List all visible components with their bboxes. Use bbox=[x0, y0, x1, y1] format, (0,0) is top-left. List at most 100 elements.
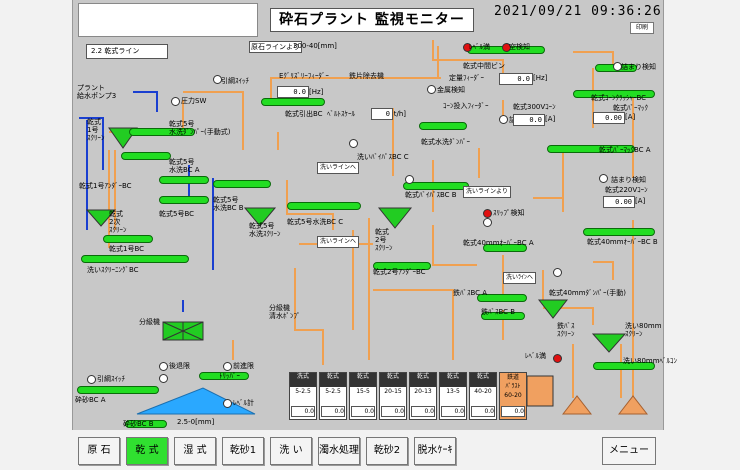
level-full-lamp-2 bbox=[553, 354, 562, 363]
wash-screening-belt[interactable] bbox=[81, 255, 189, 263]
silo-value: 0.0 bbox=[291, 406, 315, 417]
silo-name: 乾式 bbox=[470, 373, 496, 387]
silo-name: 洗式 bbox=[290, 373, 316, 387]
belt-scale-label: ﾍﾞﾙﾄｽｹｰﾙ bbox=[327, 110, 355, 118]
nav-muddy-water[interactable]: 濁水処理 bbox=[318, 437, 360, 465]
limit-lamp-2 bbox=[159, 374, 168, 383]
feeder-hz-unit: [Hz] bbox=[309, 88, 324, 96]
dry-bypass-bc-b-label: 乾式ﾊﾞｲﾊﾟｽBC B bbox=[405, 191, 457, 199]
level-full-label: ﾚﾍﾞﾙ満 bbox=[469, 43, 490, 51]
rear-limit-lamp bbox=[159, 362, 168, 371]
silo-name: 鉄道 ﾊﾞﾗｽﾄ 60-20 bbox=[500, 373, 526, 401]
silo-value: 0.0 bbox=[321, 406, 345, 417]
wash-bypass-c-belt[interactable] bbox=[419, 122, 467, 130]
clog-detect-lamp-3 bbox=[599, 174, 608, 183]
silo-6[interactable]: 乾式 13-5 0.0 bbox=[439, 372, 467, 420]
sand-range-label: 2.5-0[mm] bbox=[177, 418, 215, 426]
clog-detect-label-3: 詰まり検知 bbox=[611, 176, 646, 184]
level-full-label-2: ﾚﾍﾞﾙ満 bbox=[525, 352, 546, 360]
fixed-feeder-value: 0.0 bbox=[499, 73, 533, 85]
metal-detect-label: 金属検知 bbox=[437, 86, 465, 94]
dry-5-wash-bc-c-label: 乾式5号水洗BC C bbox=[287, 218, 344, 226]
front-limit-label: 前進限 bbox=[233, 362, 254, 370]
dry-5-bc-belt[interactable] bbox=[159, 176, 209, 184]
dry-sand-bc-a-belt[interactable] bbox=[77, 386, 159, 394]
silo-4[interactable]: 乾式 20-15 0.0 bbox=[379, 372, 407, 420]
from-wash-line-tag: 洗いラインより bbox=[463, 186, 511, 198]
nav-dry-sand-2[interactable]: 乾砂2 bbox=[366, 437, 408, 465]
slip-detect-label: ｽﾘｯﾌﾟ検知 bbox=[493, 209, 525, 217]
clog-detect-label-2: 詰まり検知 bbox=[621, 63, 656, 71]
belt-scale-unit: [t/h] bbox=[391, 110, 407, 118]
front-limit-lamp bbox=[223, 362, 232, 371]
dry-5-wash-screen-label: 乾式5号 水洗ｽｸﾘｰﾝ bbox=[249, 222, 281, 238]
wash-screening-bc-label: 洗いｽｸﾘｰﾆﾝｸﾞBC bbox=[87, 266, 139, 274]
dry-1-bc-label: 乾式1号BC bbox=[109, 245, 145, 253]
damper-40mm-label: 乾式40mmﾀﾞﾝﾊﾟｰ(手動) bbox=[549, 289, 627, 297]
nav-dry-sand-1[interactable]: 乾砂1 bbox=[222, 437, 264, 465]
dry-2-screen-label: 乾式 2次 ｽｸﾘｰﾝ bbox=[109, 210, 127, 234]
wash-line-tag-2: 洗いラインへ bbox=[317, 236, 360, 248]
silo-name: 乾式 bbox=[440, 373, 466, 387]
dry-5-bc-label: 乾式5号BC bbox=[159, 210, 195, 218]
line-name-label: 2.2 乾式ライン bbox=[86, 44, 168, 59]
pull-lamp-c bbox=[349, 139, 358, 148]
silo-range: 15-5 bbox=[356, 388, 370, 395]
dry-1-under-bc-belt[interactable] bbox=[121, 152, 171, 160]
nav-dewater-cake[interactable]: 脱水ｹｰｷ bbox=[414, 437, 456, 465]
cone-feeder-label: ｺｰﾝ投入ﾌｨｰﾀﾞｰ bbox=[443, 102, 489, 110]
silo-5[interactable]: 乾式 20-13 0.0 bbox=[409, 372, 437, 420]
empty-detect-label: 空検知 bbox=[509, 43, 530, 51]
nav-wet[interactable]: 湿 式 bbox=[174, 437, 216, 465]
cone220-unit: [A] bbox=[635, 197, 646, 205]
dry-5-wash-bc-b-label: 乾式5号 水洗BC B bbox=[213, 196, 244, 212]
silo-1[interactable]: 洗式 5-2.5 0.0 bbox=[289, 372, 317, 420]
nav-wash[interactable]: 洗 い bbox=[270, 437, 312, 465]
dry-5-wash-bc-b-belt[interactable] bbox=[159, 196, 209, 204]
menu-button[interactable]: メニュー bbox=[602, 437, 656, 465]
silo-3[interactable]: 乾式 15-5 0.0 bbox=[349, 372, 377, 420]
clog-detect-lamp bbox=[499, 115, 508, 124]
cone220-value: 0.00 bbox=[603, 196, 635, 208]
dry-wash-damper-label: 乾式水洗ﾀﾞﾝﾊﾟｰ bbox=[421, 138, 470, 146]
pull-switch-label: 引綱ｽｲｯﾁ bbox=[221, 77, 249, 85]
dry-5-wash-bc-c-belt[interactable] bbox=[287, 202, 361, 210]
dry-middle-bin-label: 乾式中間ビン bbox=[463, 62, 505, 70]
header-message-box bbox=[78, 3, 258, 37]
slip-detect-lamp bbox=[483, 209, 492, 218]
cone300-unit: [A] bbox=[545, 115, 556, 123]
print-button[interactable]: 印刷 bbox=[630, 22, 654, 34]
silo-name: 乾式 bbox=[410, 373, 436, 387]
silo-name: 乾式 bbox=[380, 373, 406, 387]
silo-2[interactable]: 乾式 5-2.5 0.0 bbox=[319, 372, 347, 420]
cone300-value: 0.0 bbox=[513, 114, 545, 126]
wash-bypass-bc-c-label: 洗いﾊﾞｲﾊﾟｽBC C bbox=[357, 153, 409, 161]
pull-lamp-40 bbox=[483, 218, 492, 227]
bypass-bc-a-label: 鉄ﾊﾞｽBC A bbox=[453, 289, 488, 297]
silo-value: 0.0 bbox=[471, 406, 495, 417]
silo-value: 0.0 bbox=[381, 406, 405, 417]
pull-lamp-bypass bbox=[405, 175, 414, 184]
dry-1-bc-belt[interactable] bbox=[103, 235, 153, 243]
level-sensor-label: ﾚﾍﾞﾙ計 bbox=[233, 399, 254, 407]
silo-name: 乾式 bbox=[350, 373, 376, 387]
dry-bypass-b-belt[interactable] bbox=[403, 182, 469, 190]
dry-5-wash-bc-a-belt[interactable] bbox=[213, 180, 271, 188]
nav-raw-stone[interactable]: 原 石 bbox=[78, 437, 120, 465]
belt-scale-value: 0 bbox=[371, 108, 393, 120]
dry-pull-bc-label: 乾式引出BC bbox=[285, 110, 323, 118]
nav-dry[interactable]: 乾 式 bbox=[126, 437, 168, 465]
wash-80mm-screen-label: 洗い80mm ｽｸﾘｰﾝ bbox=[625, 322, 662, 338]
barmac-value: 0.00 bbox=[593, 112, 625, 124]
dry-pull-belt[interactable] bbox=[261, 98, 325, 106]
silo-ballast[interactable]: 鉄道 ﾊﾞﾗｽﾄ 60-20 0.0 bbox=[499, 372, 527, 420]
dry-40mm-over-b-belt[interactable] bbox=[583, 228, 655, 236]
pressure-sw-label: 圧力SW bbox=[181, 97, 207, 105]
silo-value: 0.0 bbox=[501, 406, 525, 417]
cone-crusher-bc-label: 乾式ｺｰﾝｸﾗｯｼｬｰBC bbox=[591, 94, 647, 102]
iron-remover-label: 鉄片除去機 bbox=[349, 72, 384, 80]
dry-sand-bc-b-label: 砕砂BC B bbox=[123, 420, 154, 428]
silo-7[interactable]: 乾式 40-20 0.0 bbox=[469, 372, 497, 420]
fixed-feeder-label: 定量ﾌｨｰﾀﾞｰ bbox=[449, 74, 484, 82]
classifier-label: 分級機 bbox=[139, 318, 160, 326]
